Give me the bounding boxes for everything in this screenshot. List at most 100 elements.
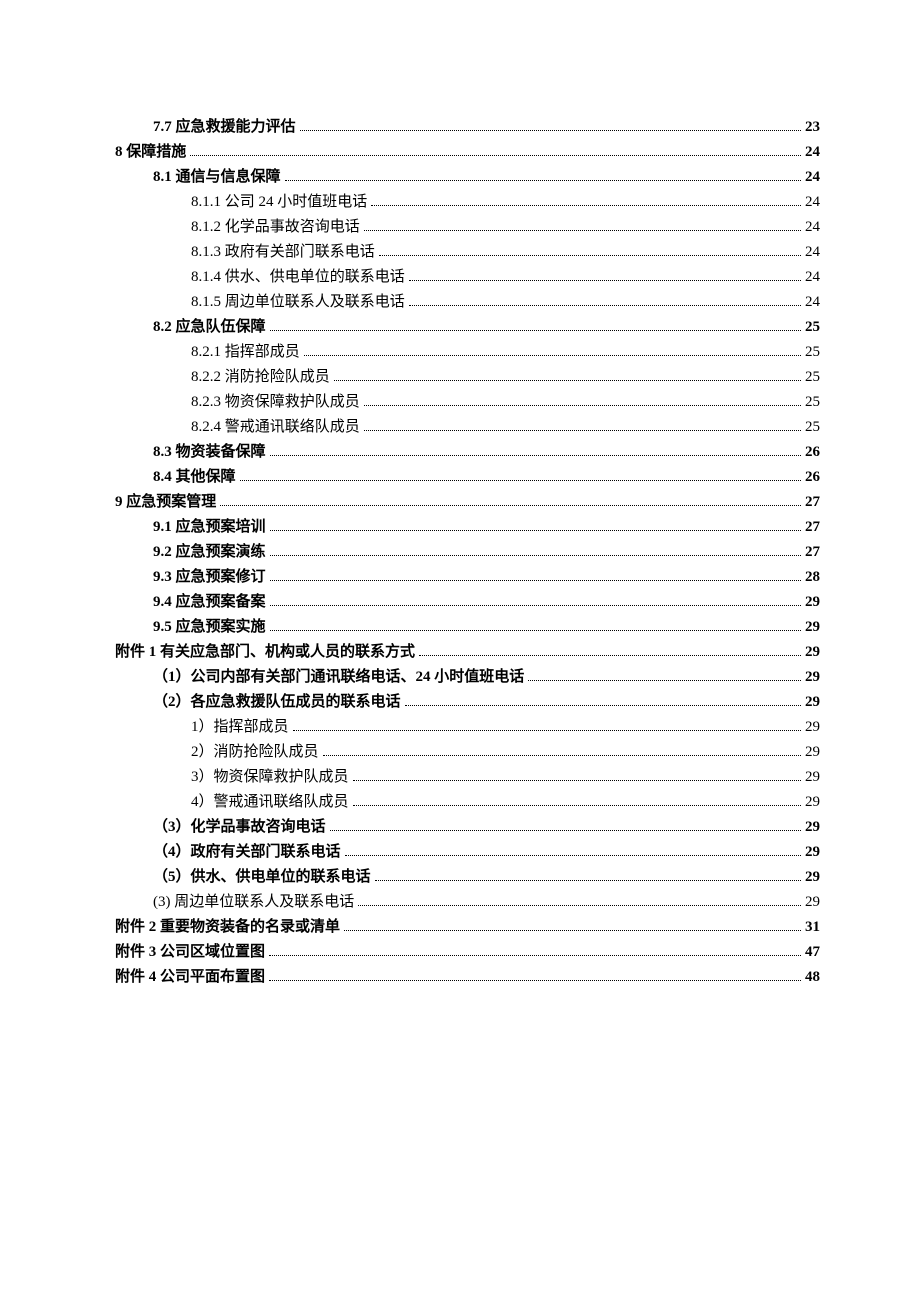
toc-entry-page: 29: [805, 840, 820, 865]
toc-leader-dots: [379, 255, 801, 256]
toc-entry-page: 47: [805, 940, 820, 965]
toc-entry-title: 8.2.2 消防抢险队成员: [191, 365, 330, 390]
toc-entry-title: 8.1.3 政府有关部门联系电话: [191, 240, 375, 265]
toc-leader-dots: [300, 130, 801, 131]
toc-leader-dots: [269, 980, 801, 981]
toc-leader-dots: [364, 430, 801, 431]
toc-entry-title: 9 应急预案管理: [115, 490, 216, 515]
toc-entry: 3）物资保障救护队成员29: [115, 765, 820, 790]
toc-entry-page: 25: [805, 415, 820, 440]
toc-entry-page: 24: [805, 215, 820, 240]
toc-entry: 8.2.1 指挥部成员 25: [115, 340, 820, 365]
toc-entry: 9 应急预案管理27: [115, 490, 820, 515]
toc-entry-title: 1）指挥部成员: [191, 715, 289, 740]
toc-entry-title: 附件 1 有关应急部门、机构或人员的联系方式: [115, 640, 415, 665]
toc-entry-page: 26: [805, 465, 820, 490]
toc-entry-title: 8.2 应急队伍保障: [153, 315, 266, 340]
toc-entry-page: 24: [805, 190, 820, 215]
toc-entry-title: 8.1.1 公司 24 小时值班电话: [191, 190, 367, 215]
toc-entry-page: 25: [805, 390, 820, 415]
toc-entry: 8.1 通信与信息保障 24: [115, 165, 820, 190]
toc-entry-title: 8.3 物资装备保障: [153, 440, 266, 465]
toc-entry: 8.1.4 供水、供电单位的联系电话24: [115, 265, 820, 290]
toc-entry: 8.3 物资装备保障 26: [115, 440, 820, 465]
toc-entry: 8.1.3 政府有关部门联系电话24: [115, 240, 820, 265]
toc-entry-page: 24: [805, 290, 820, 315]
toc-leader-dots: [270, 555, 801, 556]
toc-entry-page: 29: [805, 690, 820, 715]
toc-leader-dots: [528, 680, 801, 681]
toc-entry-page: 25: [805, 315, 820, 340]
toc-entry-title: （4）政府有关部门联系电话: [153, 840, 341, 865]
toc-leader-dots: [419, 655, 801, 656]
toc-entry: 4）警戒通讯联络队成员 29: [115, 790, 820, 815]
toc-entry-page: 28: [805, 565, 820, 590]
toc-leader-dots: [270, 530, 801, 531]
toc-leader-dots: [405, 705, 801, 706]
toc-leader-dots: [270, 605, 801, 606]
toc-entry: （2）各应急救援队伍成员的联系电话29: [115, 690, 820, 715]
toc-entry: （3）化学品事故咨询电话29: [115, 815, 820, 840]
toc-entry-title: (3) 周边单位联系人及联系电话: [153, 890, 354, 915]
toc-entry-page: 29: [805, 615, 820, 640]
toc-entry-title: 9.3 应急预案修订: [153, 565, 266, 590]
toc-entry-title: 4）警戒通讯联络队成员: [191, 790, 349, 815]
toc-entry: 9.5 应急预案实施 29: [115, 615, 820, 640]
toc-entry-page: 29: [805, 590, 820, 615]
toc-leader-dots: [371, 205, 801, 206]
toc-leader-dots: [364, 230, 801, 231]
toc-leader-dots: [269, 955, 801, 956]
toc-leader-dots: [345, 855, 801, 856]
toc-leader-dots: [353, 805, 801, 806]
toc-entry-title: 9.5 应急预案实施: [153, 615, 266, 640]
toc-entry-page: 27: [805, 515, 820, 540]
toc-entry-title: 8.2.1 指挥部成员: [191, 340, 300, 365]
toc-entry-title: 8.1 通信与信息保障: [153, 165, 281, 190]
toc-entry-title: 7.7 应急救援能力评估: [153, 115, 296, 140]
toc-entry-page: 48: [805, 965, 820, 990]
toc-leader-dots: [270, 330, 801, 331]
toc-entry-page: 29: [805, 640, 820, 665]
toc-entry-page: 26: [805, 440, 820, 465]
toc-entry-title: 附件 4 公司平面布置图: [115, 965, 265, 990]
toc-leader-dots: [409, 280, 801, 281]
toc-entry-page: 29: [805, 765, 820, 790]
toc-entry-title: 8 保障措施: [115, 140, 186, 165]
toc-entry: 9.3 应急预案修订 28: [115, 565, 820, 590]
toc-entry: 7.7 应急救援能力评估23: [115, 115, 820, 140]
toc-entry-title: 8.4 其他保障: [153, 465, 236, 490]
toc-entry: 8.2.4 警戒通讯联络队成员25: [115, 415, 820, 440]
toc-page: 7.7 应急救援能力评估238 保障措施248.1 通信与信息保障248.1.1…: [0, 0, 920, 1050]
toc-entry-page: 24: [805, 165, 820, 190]
toc-entry-page: 29: [805, 715, 820, 740]
toc-entry-page: 25: [805, 340, 820, 365]
toc-entry: 附件 1 有关应急部门、机构或人员的联系方式 29: [115, 640, 820, 665]
toc-entry-page: 29: [805, 790, 820, 815]
toc-list: 7.7 应急救援能力评估238 保障措施248.1 通信与信息保障248.1.1…: [115, 115, 820, 990]
toc-entry-title: （3）化学品事故咨询电话: [153, 815, 326, 840]
toc-entry: 2）消防抢险队成员29: [115, 740, 820, 765]
toc-entry-title: 9.4 应急预案备案: [153, 590, 266, 615]
toc-entry-page: 29: [805, 890, 820, 915]
toc-entry-page: 31: [805, 915, 820, 940]
toc-leader-dots: [334, 380, 801, 381]
toc-entry: 附件 2 重要物资装备的名录或清单 31: [115, 915, 820, 940]
toc-entry: 8 保障措施24: [115, 140, 820, 165]
toc-leader-dots: [270, 455, 801, 456]
toc-entry-title: 2）消防抢险队成员: [191, 740, 319, 765]
toc-entry-page: 29: [805, 665, 820, 690]
toc-leader-dots: [358, 905, 801, 906]
toc-entry: （1）公司内部有关部门通讯联络电话、24 小时值班电话29: [115, 665, 820, 690]
toc-leader-dots: [270, 630, 801, 631]
toc-leader-dots: [270, 580, 801, 581]
toc-entry: 8.2.3 物资保障救护队成员25: [115, 390, 820, 415]
toc-entry: 9.2 应急预案演练27: [115, 540, 820, 565]
toc-entry-page: 25: [805, 365, 820, 390]
toc-entry: 1）指挥部成员 29: [115, 715, 820, 740]
toc-leader-dots: [409, 305, 801, 306]
toc-entry: 9.1 应急预案培训27: [115, 515, 820, 540]
toc-entry-title: 附件 2 重要物资装备的名录或清单: [115, 915, 340, 940]
toc-leader-dots: [220, 505, 801, 506]
toc-entry: 8.2 应急队伍保障 25: [115, 315, 820, 340]
toc-leader-dots: [190, 155, 801, 156]
